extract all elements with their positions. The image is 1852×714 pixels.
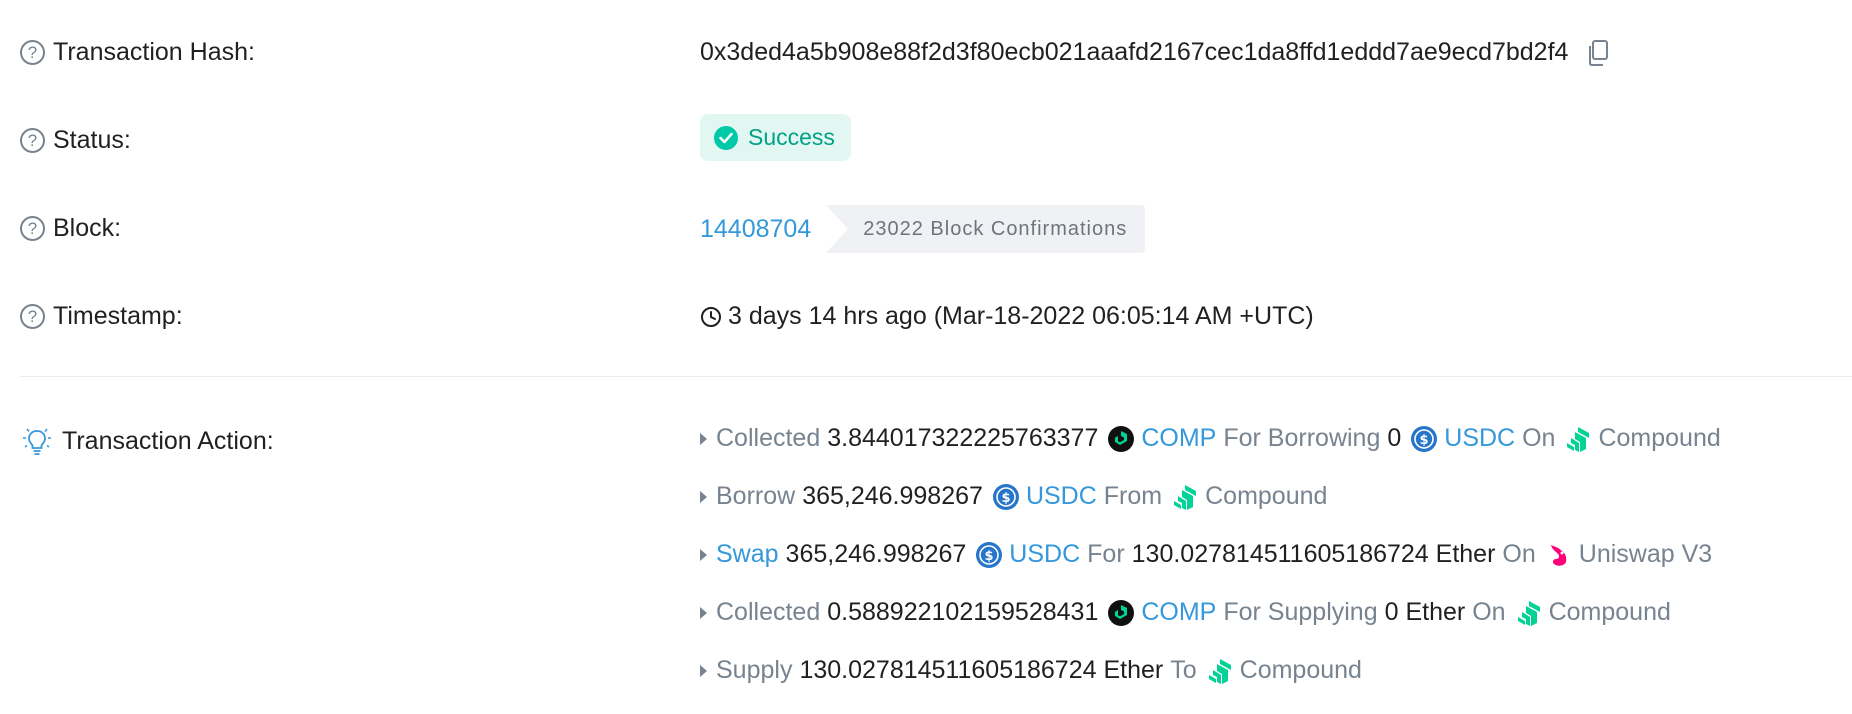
block-confirmations-badge: 23022 Block Confirmations <box>826 205 1146 253</box>
hash-value-group: 0x3ded4a5b908e88f2d3f80ecb021aaafd2167ce… <box>700 38 1610 67</box>
hash-row: ? Transaction Hash: <box>20 38 255 67</box>
status-value-group: Success <box>700 114 851 161</box>
uniswap-protocol-icon <box>1545 541 1573 569</box>
check-circle-icon <box>714 125 738 150</box>
action-mid: For Borrowing <box>1223 424 1381 452</box>
compound-protocol-icon <box>1564 425 1592 453</box>
comp-token-icon <box>1107 599 1135 627</box>
action-prep: On <box>1472 598 1506 626</box>
action-amount-2: 0 <box>1387 424 1402 452</box>
section-divider <box>20 376 1852 377</box>
usdc-token-icon <box>992 483 1020 511</box>
block-value-group: 14408704 23022 Block Confirmations <box>700 205 1146 253</box>
action-mid: For Supplying <box>1223 598 1378 626</box>
action-prep: On <box>1502 540 1536 568</box>
action-item: Supply 130.027814511605186724 Ether To C… <box>700 656 1362 685</box>
action-mid: For <box>1087 540 1125 568</box>
copy-icon[interactable] <box>1586 39 1610 67</box>
question-icon[interactable]: ? <box>20 40 45 65</box>
transaction-hash: 0x3ded4a5b908e88f2d3f80ecb021aaafd2167ce… <box>700 38 1569 66</box>
action-prep: To <box>1170 656 1197 684</box>
action-item: Collected 3.844017322225763377 COMP For … <box>700 424 1721 453</box>
action-amount-2: 0 Ether <box>1384 598 1466 626</box>
action-item: Borrow 365,246.998267 USDC From Compound <box>700 482 1327 511</box>
timestamp-label-group: ? Timestamp: <box>20 302 183 331</box>
action-label: Transaction Action: <box>62 426 274 455</box>
action-row: Transaction Action: <box>20 426 274 456</box>
action-item: Collected 0.588922102159528431 COMP For … <box>700 598 1671 627</box>
caret-right-icon[interactable] <box>700 490 707 503</box>
action-verb: Borrow <box>716 482 796 510</box>
action-amount: 130.027814511605186724 Ether <box>799 656 1164 684</box>
action-amount: 365,246.998267 <box>785 540 967 568</box>
action-verb: Collected <box>716 424 821 452</box>
action-item: Swap 365,246.998267 USDC For 130.0278145… <box>700 540 1712 569</box>
comp-token-icon <box>1107 425 1135 453</box>
token-link[interactable]: COMP <box>1141 598 1216 627</box>
timestamp-label: Timestamp: <box>53 302 183 330</box>
caret-right-icon[interactable] <box>700 548 707 561</box>
lightbulb-icon <box>20 426 54 456</box>
action-amount: 0.588922102159528431 <box>827 598 1099 626</box>
hash-label-group: ? Transaction Hash: <box>20 38 255 67</box>
compound-protocol-icon <box>1171 483 1199 511</box>
timestamp-value: 3 days 14 hrs ago (Mar-18-2022 06:05:14 … <box>728 302 1314 330</box>
action-protocol: Compound <box>1239 656 1362 684</box>
block-number-link[interactable]: 14408704 <box>700 215 811 244</box>
hash-label: Transaction Hash: <box>53 38 255 66</box>
block-label-group: ? Block: <box>20 214 121 243</box>
question-icon[interactable]: ? <box>20 304 45 329</box>
timestamp-value-group: 3 days 14 hrs ago (Mar-18-2022 06:05:14 … <box>700 302 1314 331</box>
action-protocol: Compound <box>1548 598 1671 626</box>
status-label-group: ? Status: <box>20 126 131 155</box>
caret-right-icon[interactable] <box>700 664 707 677</box>
action-amount-2: 130.027814511605186724 Ether <box>1131 540 1496 568</box>
action-prep: From <box>1103 482 1163 510</box>
action-verb-link[interactable]: Swap <box>716 540 779 569</box>
action-verb: Supply <box>716 656 793 684</box>
caret-right-icon[interactable] <box>700 606 707 619</box>
action-amount: 365,246.998267 <box>802 482 983 510</box>
action-verb: Collected <box>716 598 821 626</box>
action-protocol: Compound <box>1205 482 1328 510</box>
block-label: Block: <box>53 214 122 242</box>
clock-icon <box>700 306 722 328</box>
status-text: Success <box>748 124 835 150</box>
compound-protocol-icon <box>1206 657 1234 685</box>
token-link-2[interactable]: USDC <box>1444 424 1515 453</box>
action-protocol: Compound <box>1598 424 1721 452</box>
usdc-token-icon <box>975 541 1003 569</box>
status-label: Status: <box>53 126 131 154</box>
usdc-token-icon <box>1410 425 1438 453</box>
action-label-group: Transaction Action: <box>20 426 274 456</box>
status-row: ? Status: <box>20 126 131 155</box>
question-icon[interactable]: ? <box>20 216 45 241</box>
token-link[interactable]: USDC <box>1026 482 1097 511</box>
question-icon[interactable]: ? <box>20 128 45 153</box>
action-prep: On <box>1522 424 1556 452</box>
compound-protocol-icon <box>1515 599 1543 627</box>
caret-right-icon[interactable] <box>700 432 707 445</box>
action-amount: 3.844017322225763377 <box>827 424 1099 452</box>
block-row: ? Block: <box>20 214 121 243</box>
timestamp-row: ? Timestamp: <box>20 302 183 331</box>
token-link[interactable]: COMP <box>1141 424 1216 453</box>
action-protocol: Uniswap V3 <box>1578 540 1713 568</box>
token-link[interactable]: USDC <box>1009 540 1080 569</box>
status-badge: Success <box>700 114 851 161</box>
